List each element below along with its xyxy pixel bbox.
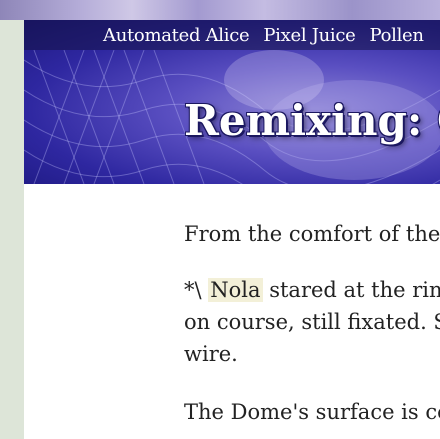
page-title: Remixing: Cl: [184, 96, 440, 145]
article-paragraph-2: *\ Nola stared at the ring-f on course, …: [184, 274, 440, 370]
article-paragraph-1: From the comfort of the br: [184, 222, 440, 246]
footnote-marker: *\: [184, 278, 209, 302]
article-content: From the comfort of the br *\ Nola stare…: [24, 184, 440, 439]
highlighted-name[interactable]: Nola: [208, 278, 263, 302]
nav-link-automated-alice[interactable]: Automated Alice: [103, 25, 250, 46]
paragraph-2-text: stared at the ring-f: [269, 278, 440, 302]
paragraph-2-line-1: *\ Nola stared at the ring-f: [184, 274, 440, 306]
paragraph-2-line-2: on course, still fixated. Siler: [184, 310, 440, 334]
nav-link-pixel-juice[interactable]: Pixel Juice: [263, 25, 355, 46]
top-navigation: Automated Alice Pixel Juice Pollen: [24, 20, 440, 50]
paragraph-2-line-3: wire.: [184, 342, 238, 366]
header-banner: Automated Alice Pixel Juice Pollen Remix…: [24, 20, 440, 184]
article-paragraph-3: The Dome's surface is const: [184, 400, 440, 424]
nav-link-pollen[interactable]: Pollen: [370, 25, 424, 46]
left-margin-strip: [0, 0, 24, 439]
header-artwork-strip: [0, 0, 440, 20]
